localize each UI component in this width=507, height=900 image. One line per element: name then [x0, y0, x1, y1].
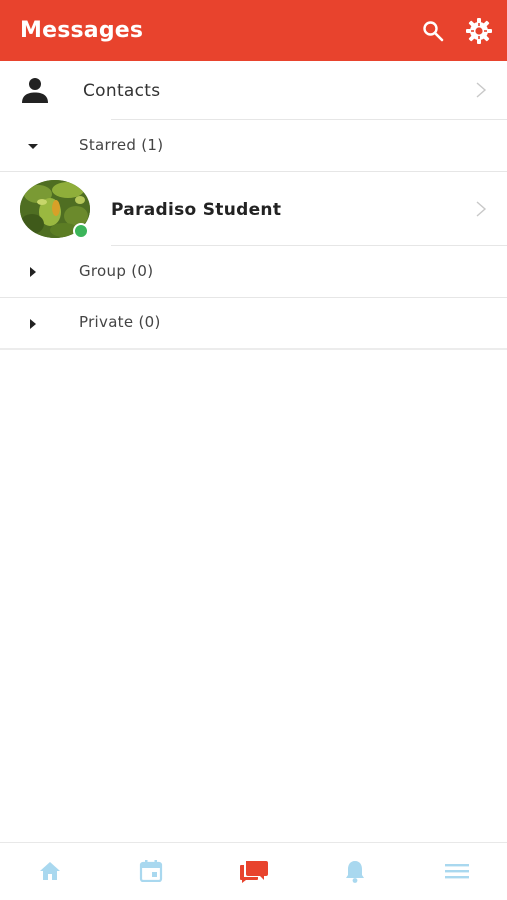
bell-icon — [346, 861, 364, 883]
chat-icon — [240, 861, 268, 883]
search-icon[interactable] — [417, 15, 449, 47]
divider — [0, 348, 507, 350]
caret-down-icon — [28, 144, 38, 149]
app-header: Messages — [0, 0, 507, 61]
online-status-dot — [73, 223, 89, 239]
nav-notifications[interactable] — [337, 853, 373, 889]
nav-home[interactable] — [32, 853, 68, 889]
menu-icon — [445, 864, 469, 879]
contacts-label: Contacts — [83, 81, 161, 101]
calendar-icon — [139, 860, 163, 882]
bottom-nav — [0, 842, 507, 900]
page-title: Messages — [20, 18, 144, 43]
gear-icon[interactable] — [463, 15, 495, 47]
contacts-row[interactable]: Contacts — [0, 61, 507, 120]
section-private-label: Private (0) — [79, 313, 161, 331]
caret-right-icon — [30, 319, 36, 329]
section-starred-label: Starred (1) — [79, 136, 164, 154]
section-private[interactable]: Private (0) — [0, 298, 507, 349]
nav-calendar[interactable] — [133, 853, 169, 889]
chevron-right-icon — [476, 82, 487, 98]
section-group-label: Group (0) — [79, 262, 154, 280]
home-icon — [40, 862, 60, 880]
caret-right-icon — [30, 267, 36, 277]
contact-name: Paradiso Student — [111, 200, 282, 220]
nav-menu[interactable] — [439, 853, 475, 889]
person-icon — [22, 78, 48, 103]
list-item[interactable]: Paradiso Student — [0, 172, 507, 245]
header-actions — [417, 0, 495, 61]
chevron-right-icon — [476, 201, 487, 217]
nav-messages[interactable] — [236, 853, 272, 889]
section-starred[interactable]: Starred (1) — [0, 120, 507, 171]
section-group[interactable]: Group (0) — [0, 246, 507, 297]
